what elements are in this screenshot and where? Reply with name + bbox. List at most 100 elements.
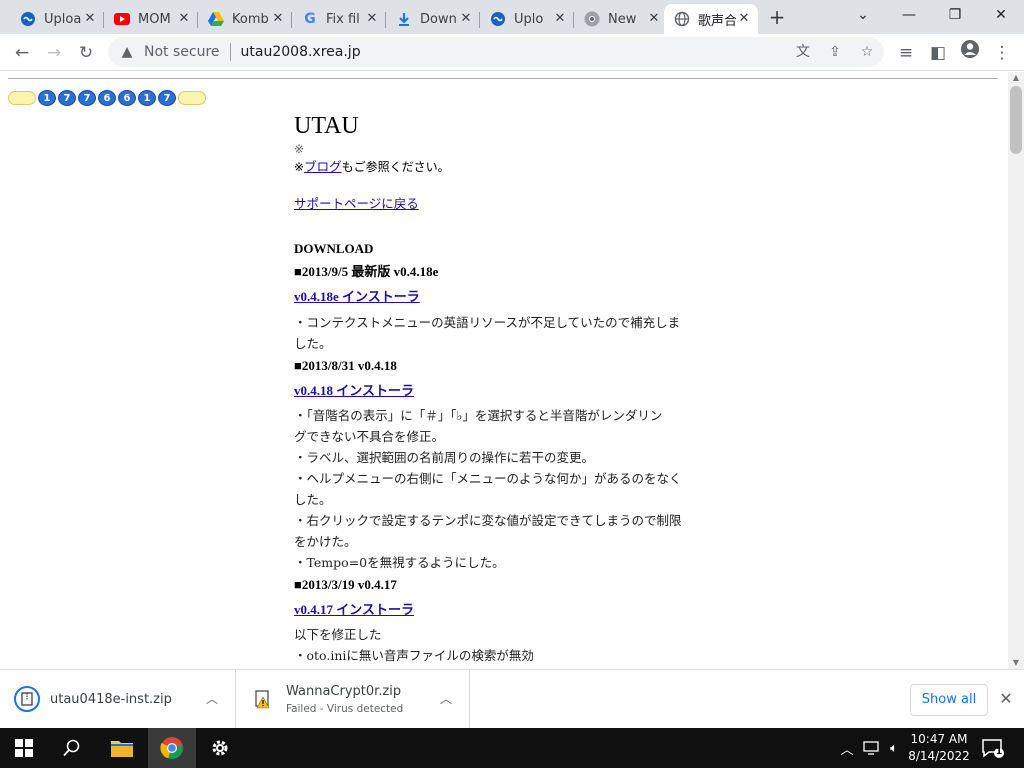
- clock-date: 8/14/2022: [908, 749, 970, 763]
- close-tab-icon[interactable]: ✕: [364, 11, 380, 27]
- tab-new-tab[interactable]: New ✕: [574, 4, 668, 34]
- counter-cap-left: [8, 91, 36, 105]
- download-filename: utau0418e-inst.zip: [50, 691, 172, 707]
- tab-utau-active[interactable]: 歌声合 ✕: [664, 4, 758, 34]
- address-bar[interactable]: ▲ Not secure utau2008.xrea.jp 文 ⇪ ☆: [108, 37, 884, 67]
- release-note: ・右クリックで設定するテンポに変な値が設定できてしまうので制限: [294, 513, 682, 528]
- globe-icon: [674, 11, 690, 27]
- zip-file-icon: [14, 686, 40, 712]
- tab-youtube[interactable]: MOM ✕: [104, 4, 198, 34]
- share-icon[interactable]: ⇪: [824, 42, 846, 62]
- notification-badge: 1: [995, 747, 1003, 757]
- tab-title: Uplo: [514, 11, 544, 27]
- chrome-icon: [584, 11, 600, 27]
- release-note: ・oto.iniに無い音声ファイルの検索が無効: [294, 648, 534, 663]
- close-tab-icon[interactable]: ✕: [270, 11, 286, 27]
- note-line-1: ※: [294, 142, 305, 156]
- close-tab-icon[interactable]: ✕: [176, 11, 192, 27]
- tab-download[interactable]: Down ✕: [386, 4, 480, 34]
- download-item-wannacrypt[interactable]: WannaCrypt0r.zip Failed - Virus detected…: [236, 670, 470, 728]
- close-window-button[interactable]: ✕: [978, 0, 1024, 30]
- new-tab-button[interactable]: +: [764, 6, 790, 30]
- tab-title: Fix fil: [326, 11, 360, 27]
- installer-link-v0418[interactable]: v0.4.18 インストーラ: [294, 383, 414, 398]
- search-icon[interactable]: [48, 728, 96, 768]
- download-icon: [396, 11, 412, 27]
- release-note: 以下を修正した: [294, 627, 382, 642]
- close-tab-icon[interactable]: ✕: [458, 11, 474, 27]
- page-scrollbar[interactable]: ▲ ▼: [1008, 72, 1024, 669]
- note-line-2: ※ブログもご参照ください。: [294, 158, 714, 176]
- main-content: UTAU ※ ※ブログもご参照ください。 サポートページに戻る DOWNLOAD…: [294, 112, 714, 666]
- profile-avatar-icon[interactable]: [956, 39, 984, 67]
- clock-time: 10:47 AM: [910, 732, 968, 746]
- tray-chevron-up-icon[interactable]: ︿: [838, 728, 856, 768]
- download-status: Failed - Virus detected: [286, 702, 404, 715]
- upload-icon: [490, 11, 506, 27]
- tab-google-drive[interactable]: Komb ✕: [198, 4, 292, 34]
- close-tab-icon[interactable]: ✕: [552, 11, 568, 27]
- release-note: ・コンテクストメニューの英語リソースが不足していたので補充しま: [294, 315, 681, 330]
- close-tab-icon[interactable]: ✕: [646, 11, 662, 27]
- release-date: ■2013/8/31 v0.4.18: [294, 358, 397, 373]
- close-tab-icon[interactable]: ✕: [736, 11, 752, 27]
- volume-icon[interactable]: 🔈︎: [884, 728, 904, 768]
- translate-icon[interactable]: 文: [792, 42, 814, 62]
- network-icon[interactable]: [860, 728, 882, 768]
- release-date: ■2013/3/19 v0.4.17: [294, 577, 397, 592]
- notification-center-icon[interactable]: 1: [980, 736, 1004, 760]
- windows-start-icon[interactable]: [0, 728, 48, 768]
- tab-search-chevron-icon[interactable]: ⌄: [840, 0, 886, 30]
- installer-link-v0418e[interactable]: v0.4.18e インストーラ: [294, 289, 420, 304]
- release-note: ・ラベル、選択範囲の名前周りの操作に若干の変更。: [294, 450, 595, 465]
- show-all-button[interactable]: Show all: [910, 684, 988, 716]
- chrome-taskbar-icon[interactable]: [148, 728, 196, 768]
- counter-digit: 6: [98, 90, 116, 106]
- reload-icon[interactable]: ↻: [72, 39, 100, 67]
- taskbar-clock[interactable]: 10:47 AM 8/14/2022: [906, 731, 972, 765]
- more-menu-icon[interactable]: ⋮: [988, 39, 1016, 67]
- release-date: ■2013/9/5 最新版 v0.4.18e: [294, 264, 439, 279]
- close-icon[interactable]: ✕: [996, 689, 1016, 709]
- forward-arrow-icon[interactable]: →: [40, 39, 68, 67]
- tab-title: Down: [420, 11, 457, 27]
- url-text[interactable]: utau2008.xrea.jp: [241, 44, 361, 60]
- counter-digit: 1: [38, 90, 56, 106]
- support-page-link[interactable]: サポートページに戻る: [294, 196, 419, 211]
- minimize-button[interactable]: —: [886, 0, 932, 30]
- page-title: UTAU: [294, 113, 359, 139]
- scrollbar-thumb[interactable]: [1010, 86, 1022, 154]
- tab-title: New: [608, 11, 637, 27]
- download-heading: DOWNLOAD: [294, 241, 374, 256]
- bookmark-star-icon[interactable]: ☆: [856, 42, 878, 62]
- counter-digit: 6: [118, 90, 136, 106]
- scroll-down-arrow-icon[interactable]: ▼: [1008, 657, 1024, 669]
- security-label[interactable]: Not secure: [144, 44, 220, 60]
- scroll-up-arrow-icon[interactable]: ▲: [1008, 72, 1024, 84]
- download-shelf: utau0418e-inst.zip ︿ WannaCrypt0r.zip Fa…: [0, 669, 1024, 728]
- note-suffix: もご参照ください。: [341, 160, 450, 174]
- download-item-utau[interactable]: utau0418e-inst.zip ︿: [0, 670, 236, 728]
- close-tab-icon[interactable]: ✕: [82, 11, 98, 27]
- reading-list-icon[interactable]: ≡: [892, 39, 920, 67]
- chevron-up-icon[interactable]: ︿: [438, 691, 454, 707]
- settings-gear-icon[interactable]: [196, 728, 244, 768]
- tab-title: 歌声合: [698, 13, 736, 29]
- upload-icon: [20, 11, 36, 27]
- side-panel-icon[interactable]: ◧: [924, 39, 952, 67]
- restore-button[interactable]: ❐: [932, 0, 978, 30]
- tab-upload-1[interactable]: Uploa ✕: [10, 4, 104, 34]
- counter-digit: 7: [58, 90, 76, 106]
- blog-link[interactable]: ブログ: [304, 159, 342, 174]
- back-arrow-icon[interactable]: ←: [8, 39, 36, 67]
- tab-upload-2[interactable]: Uplo ✕: [480, 4, 574, 34]
- release-note: ・「音階名の表示」に「＃」「♭」を選択すると半音階がレンダリン: [294, 408, 663, 423]
- file-explorer-icon[interactable]: [98, 728, 146, 768]
- warning-triangle-icon[interactable]: ▲: [116, 44, 138, 60]
- google-icon: G: [304, 11, 316, 27]
- chevron-up-icon[interactable]: ︿: [204, 691, 220, 707]
- tab-google-fix[interactable]: G Fix fil ✕: [292, 4, 386, 34]
- installer-link-v0417[interactable]: v0.4.17 インストーラ: [294, 602, 414, 617]
- release-note: ・Tempo=0を無視するようにした。: [294, 555, 505, 570]
- tab-strip: Uploa ✕ MOM ✕ Komb ✕ G Fix fil ✕ Down ✕: [0, 0, 1024, 34]
